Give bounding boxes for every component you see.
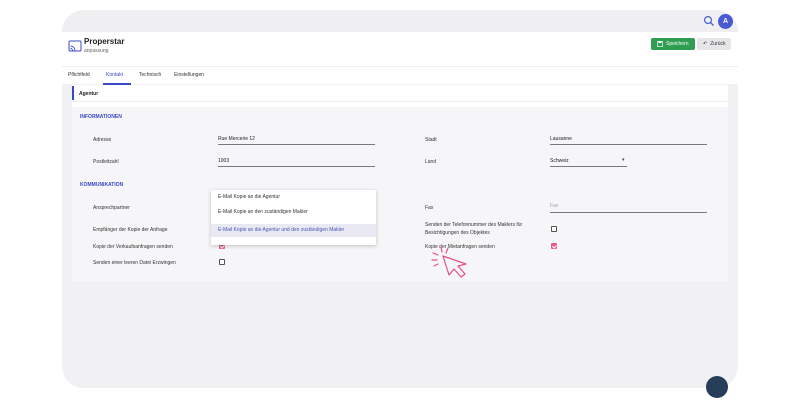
- back-button-label: Zurück: [710, 41, 726, 47]
- kopie-verkauf-label: Kopie der Verkaufsanfragen senden: [93, 244, 173, 250]
- adresse-underline: [218, 144, 375, 145]
- back-button[interactable]: ↶ Zurück: [697, 38, 732, 50]
- section-title: Agentur: [79, 91, 99, 97]
- adresse-input[interactable]: Rue Mercerie 12: [218, 136, 255, 142]
- corner-decoration: [706, 376, 728, 398]
- page-title: Properstar: [84, 37, 125, 46]
- tab-einstellungen[interactable]: Einstellungen: [174, 72, 204, 78]
- land-label: Land: [425, 159, 437, 165]
- dropdown-option-makler[interactable]: E-Mail Kopie an den zuständigen Makler: [211, 206, 376, 219]
- dropdown-option-agentur[interactable]: E-Mail Kopie an die Agentur: [211, 191, 376, 204]
- page-header: Properstar anpassung Speichern ↶ Zurück: [62, 32, 738, 66]
- kopie-miet-checkbox[interactable]: [551, 243, 557, 249]
- empfaenger-dropdown-menu: E-Mail Kopie an die Agentur E-Mail Kopie…: [211, 190, 376, 245]
- dropdown-option-agentur-und-makler[interactable]: E-Mail Kopie an die Agentur und den zust…: [211, 224, 376, 237]
- top-bar: A: [62, 10, 738, 32]
- tab-bar: Pflichtfeld Kontakt Technisch Einstellun…: [62, 66, 738, 85]
- back-arrow-icon: ↶: [703, 41, 708, 47]
- tab-technisch[interactable]: Technisch: [139, 72, 161, 78]
- save-button[interactable]: Speichern: [651, 38, 695, 50]
- section-accent: [72, 86, 74, 100]
- stadt-label: Stadt: [425, 137, 437, 143]
- tab-pflichtfeld[interactable]: Pflichtfeld: [68, 72, 90, 78]
- informationen-heading: INFORMATIONEN: [80, 114, 122, 120]
- fax-label: Fax: [425, 205, 434, 211]
- form-panel: [72, 107, 728, 281]
- tab-kontakt[interactable]: Kontakt: [106, 72, 123, 78]
- leere-datei-label: Senden einer leeren Datei Erzwingen: [93, 260, 176, 266]
- agentur-card: Agentur INFORMATIONEN Adresse Rue Mercer…: [72, 85, 728, 281]
- fax-underline: [550, 212, 707, 213]
- ansprechpartner-label: Ansprechpartner: [93, 205, 130, 211]
- stadt-input[interactable]: Lausanne: [550, 136, 572, 142]
- postleitzahl-label: Postleitzahl: [93, 159, 119, 165]
- section-header[interactable]: Agentur: [72, 85, 728, 102]
- chevron-down-icon[interactable]: ▾: [622, 157, 625, 163]
- telefonnummer-label-line2: Besichtigungen des Objektes: [425, 230, 490, 236]
- avatar[interactable]: A: [718, 14, 733, 29]
- leere-datei-checkbox[interactable]: [219, 259, 225, 265]
- adresse-label: Adresse: [93, 137, 112, 143]
- cast-icon: [68, 40, 82, 52]
- kommunikation-heading: KOMMUNIKATION: [80, 182, 124, 188]
- save-button-label: Speichern: [666, 41, 689, 47]
- stadt-underline: [550, 144, 707, 145]
- empfaenger-label: Empfänger der Kopie der Anfrage: [93, 227, 168, 233]
- app-window: A Properstar anpassung Speichern ↶ Zurüc…: [62, 10, 738, 388]
- land-underline: [550, 166, 627, 167]
- page-subtitle: anpassung: [84, 48, 109, 54]
- postleitzahl-input[interactable]: 1003: [218, 158, 229, 164]
- telefonnummer-checkbox[interactable]: [551, 226, 557, 232]
- search-icon[interactable]: [703, 15, 715, 27]
- postleitzahl-underline: [218, 166, 375, 167]
- fax-input[interactable]: Fax: [550, 203, 558, 209]
- telefonnummer-label-line1: Senden der Telefonnummer des Maklers für: [425, 222, 523, 228]
- save-icon: [657, 41, 663, 47]
- click-cursor-icon: [431, 246, 467, 278]
- land-select[interactable]: Schweiz: [550, 158, 569, 164]
